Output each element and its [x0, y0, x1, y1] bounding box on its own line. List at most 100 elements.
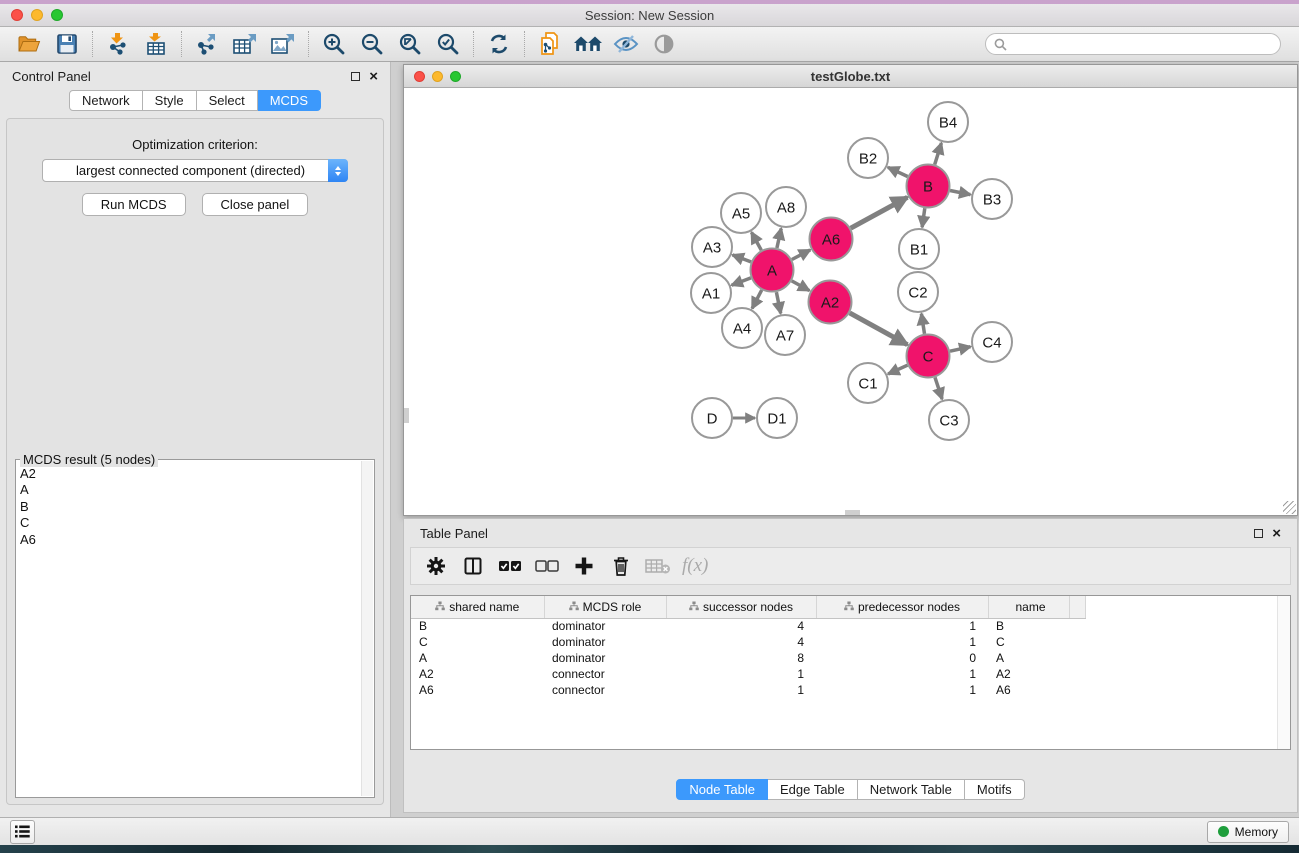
cell[interactable]: 1	[816, 682, 988, 698]
close-panel-button[interactable]: Close panel	[202, 193, 309, 216]
zoom-fit-icon[interactable]	[391, 30, 429, 58]
graph-edge-B-B4[interactable]	[935, 143, 942, 165]
home-icon[interactable]	[569, 30, 607, 58]
cell[interactable]: B	[411, 618, 544, 634]
graph-node-A[interactable]: A	[751, 249, 794, 292]
cell[interactable]: connector	[544, 666, 666, 682]
graph-edge-A-A8[interactable]	[777, 229, 781, 249]
search-field[interactable]	[985, 33, 1281, 55]
tab-network-table[interactable]: Network Table	[858, 779, 965, 800]
float-panel-icon[interactable]	[351, 72, 360, 81]
tab-motifs[interactable]: Motifs	[965, 779, 1025, 800]
add-column-icon[interactable]	[569, 551, 599, 581]
tab-edge-table[interactable]: Edge Table	[768, 779, 858, 800]
column-header-name[interactable]: name	[988, 596, 1069, 618]
graph-edge-A-A3[interactable]	[733, 255, 752, 262]
zoom-selected-icon[interactable]	[429, 30, 467, 58]
optimization-criterion-dropdown[interactable]: largest connected component (directed)	[42, 159, 348, 182]
column-header-predecessor-nodes[interactable]: predecessor nodes	[816, 596, 988, 618]
cell[interactable]: 0	[816, 650, 988, 666]
graph-node-B4[interactable]: B4	[928, 102, 968, 142]
graph-edge-A-A2[interactable]	[792, 281, 810, 291]
graph-node-B[interactable]: B	[907, 165, 950, 208]
memory-button[interactable]: Memory	[1207, 821, 1289, 843]
tab-style[interactable]: Style	[143, 90, 197, 111]
cell[interactable]: dominator	[544, 634, 666, 650]
tab-network[interactable]: Network	[69, 90, 143, 111]
graph-edge-C-C2[interactable]	[921, 314, 924, 334]
settings-gear-icon[interactable]	[421, 551, 451, 581]
export-network-icon[interactable]	[188, 30, 226, 58]
graph-node-A2[interactable]: A2	[809, 281, 852, 324]
result-item[interactable]: A6	[20, 532, 360, 548]
cell[interactable]: dominator	[544, 650, 666, 666]
network-canvas[interactable]: AA1A3A5A8A4A7A6A2BB1B2B3B4CC1C2C3C4DD1	[404, 89, 1297, 515]
graph-node-A6[interactable]: A6	[810, 218, 853, 261]
graph-edge-B-B2[interactable]	[888, 167, 908, 176]
graph-node-D1[interactable]: D1	[757, 398, 797, 438]
close-panel-icon[interactable]: ×	[369, 72, 378, 81]
graph-edge-A-A1[interactable]	[732, 278, 751, 285]
graph-edge-A-A5[interactable]	[752, 232, 762, 250]
tab-select[interactable]: Select	[197, 90, 258, 111]
cell[interactable]: connector	[544, 682, 666, 698]
column-header-MCDS-role[interactable]: MCDS role	[544, 596, 666, 618]
result-item[interactable]: B	[20, 499, 360, 515]
cell[interactable]: 4	[666, 634, 816, 650]
graph-edge-A-A4[interactable]	[752, 290, 762, 309]
deselect-all-icon[interactable]	[532, 551, 562, 581]
graph-node-A7[interactable]: A7	[765, 315, 805, 355]
cell[interactable]: 8	[666, 650, 816, 666]
cell[interactable]: 1	[816, 634, 988, 650]
graph-node-D[interactable]: D	[692, 398, 732, 438]
table-scrollbar[interactable]	[1277, 596, 1290, 749]
cell[interactable]: 1	[816, 618, 988, 634]
graph-edge-C-C3[interactable]	[935, 377, 942, 399]
graph-node-A5[interactable]: A5	[721, 193, 761, 233]
clone-network-icon[interactable]	[531, 30, 569, 58]
import-network-icon[interactable]	[99, 30, 137, 58]
cell[interactable]: A	[411, 650, 544, 666]
refresh-icon[interactable]	[480, 30, 518, 58]
cell[interactable]: A	[988, 650, 1069, 666]
cell[interactable]: A6	[988, 682, 1069, 698]
graph-edge-A-A7[interactable]	[776, 292, 780, 313]
cell[interactable]: C	[411, 634, 544, 650]
window-resize-grip[interactable]	[1283, 501, 1296, 514]
table-row[interactable]: Adominator80A	[411, 650, 1085, 666]
graph-node-C1[interactable]: C1	[848, 363, 888, 403]
save-session-icon[interactable]	[48, 30, 86, 58]
select-all-icon[interactable]	[495, 551, 525, 581]
graph-edge-B-B1[interactable]	[922, 208, 925, 227]
zoom-in-icon[interactable]	[315, 30, 353, 58]
export-image-icon[interactable]	[264, 30, 302, 58]
delete-column-icon[interactable]	[606, 551, 636, 581]
result-item[interactable]: A	[20, 482, 360, 498]
vertical-scroll-thumb[interactable]	[404, 408, 409, 423]
search-input[interactable]	[1012, 37, 1272, 51]
graph-edge-C-C1[interactable]	[888, 365, 907, 374]
graph-edge-A6-B[interactable]	[851, 197, 908, 228]
import-table-icon[interactable]	[137, 30, 175, 58]
graph-node-A4[interactable]: A4	[722, 308, 762, 348]
table-row[interactable]: Bdominator41B	[411, 618, 1085, 634]
cell[interactable]: C	[988, 634, 1069, 650]
graph-node-C[interactable]: C	[907, 335, 950, 378]
graph-node-A3[interactable]: A3	[692, 227, 732, 267]
tab-node-table[interactable]: Node Table	[676, 779, 768, 800]
show-columns-icon[interactable]	[458, 551, 488, 581]
run-mcds-button[interactable]: Run MCDS	[82, 193, 186, 216]
graph-node-B1[interactable]: B1	[899, 229, 939, 269]
cell[interactable]: 1	[666, 666, 816, 682]
table-row[interactable]: Cdominator41C	[411, 634, 1085, 650]
function-builder-icon[interactable]: f(x)	[682, 555, 708, 577]
graph-edge-A2-C[interactable]	[850, 313, 908, 345]
graph-node-B3[interactable]: B3	[972, 179, 1012, 219]
open-file-icon[interactable]	[10, 30, 48, 58]
result-item[interactable]: C	[20, 515, 360, 531]
column-header-shared-name[interactable]: shared name	[411, 596, 544, 618]
zoom-out-icon[interactable]	[353, 30, 391, 58]
cell[interactable]: B	[988, 618, 1069, 634]
tab-mcds[interactable]: MCDS	[258, 90, 321, 111]
cell[interactable]: 4	[666, 618, 816, 634]
